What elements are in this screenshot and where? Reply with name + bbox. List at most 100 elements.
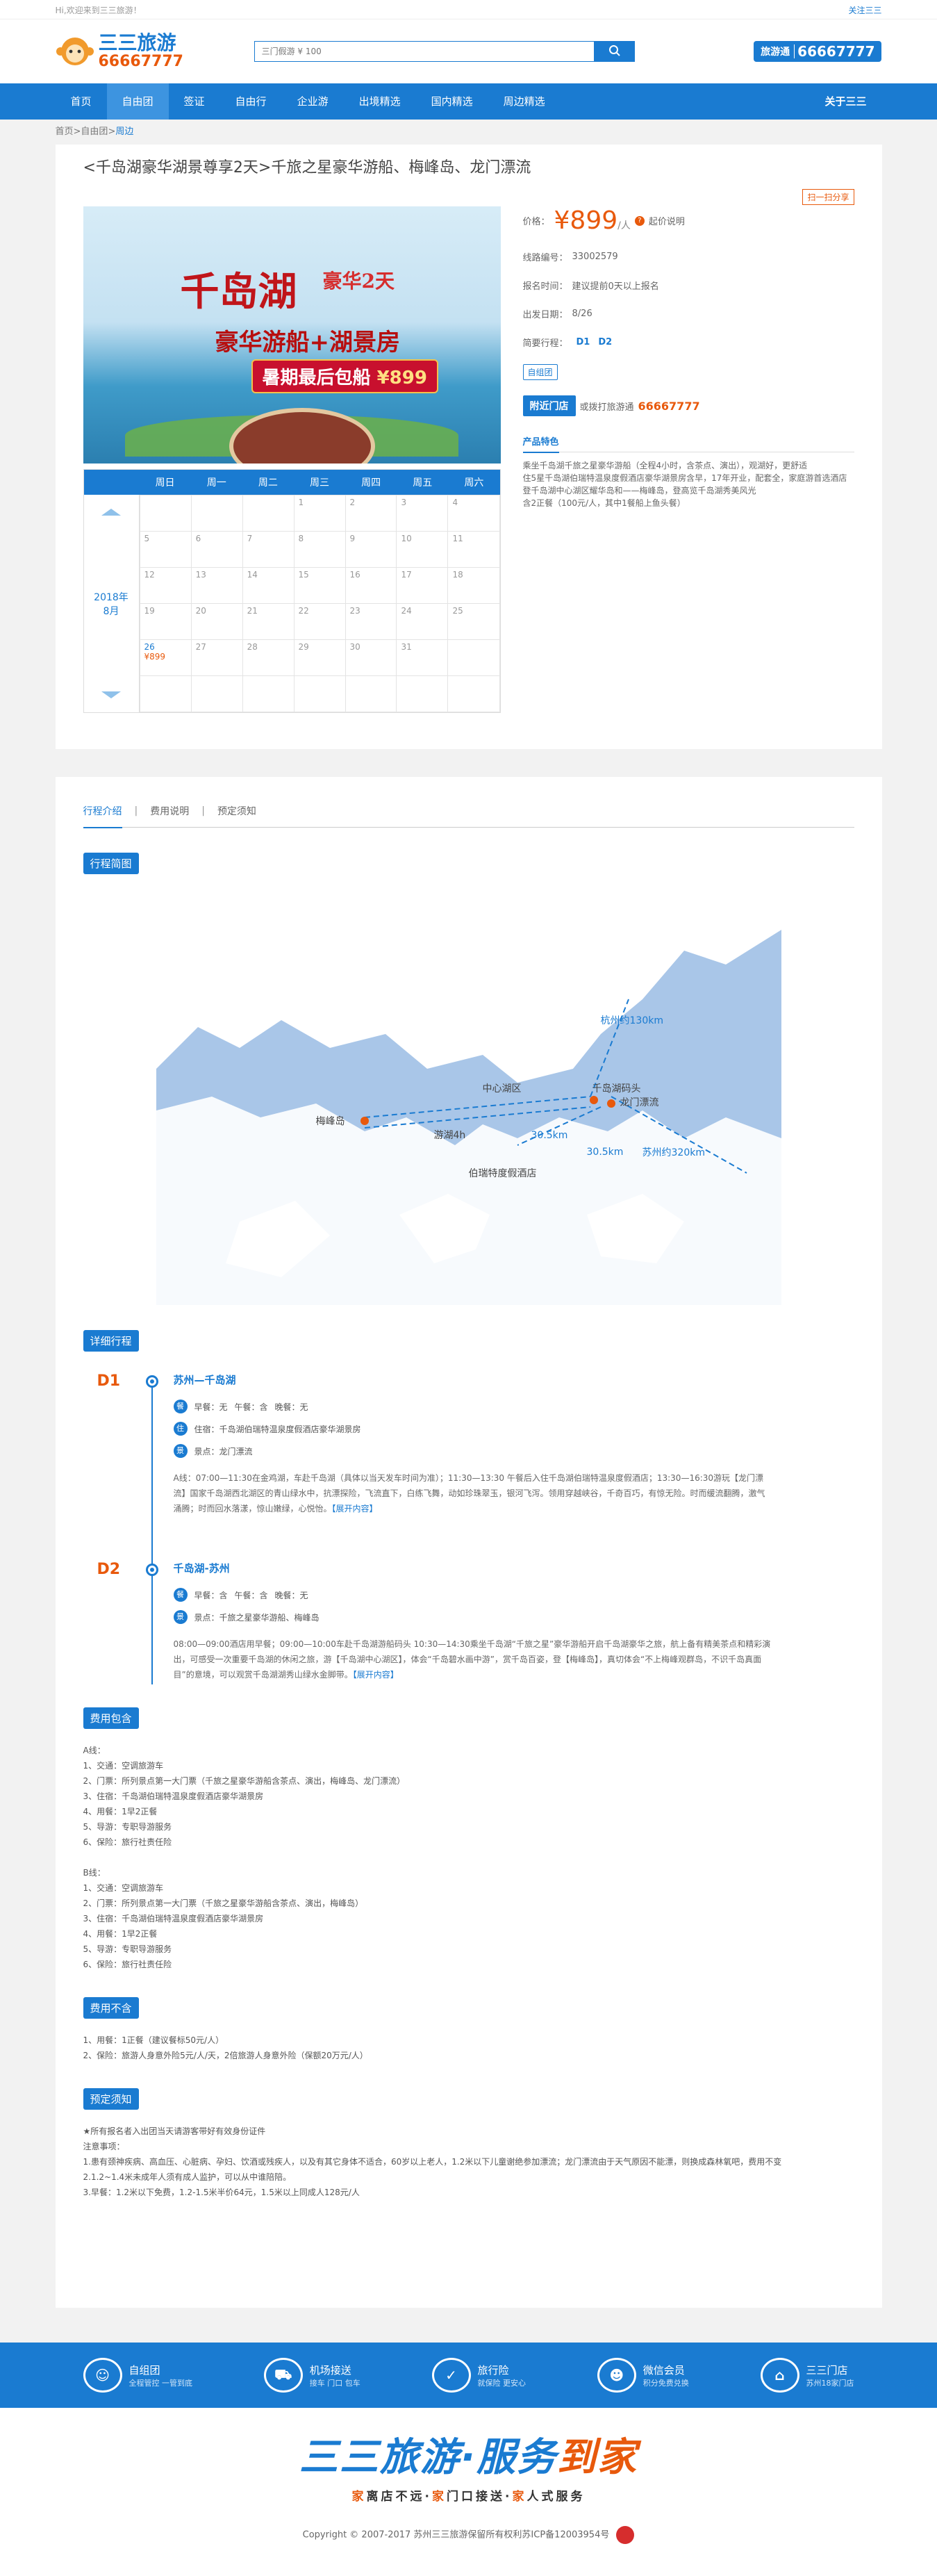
calendar-day[interactable]: 8 [293, 531, 346, 568]
calendar-day[interactable]: 21 [242, 603, 295, 640]
text-line: 3、住宿：千岛湖伯瑞特温泉度假酒店豪华湖景房 [83, 1791, 264, 1801]
nav-item-domestic[interactable]: 国内精选 [416, 83, 488, 120]
hotel-icon: 住 [173, 1422, 188, 1436]
text-line: 4、用餐：1早2正餐 [83, 1807, 158, 1816]
calendar-day[interactable]: 4 [447, 495, 500, 532]
search-input[interactable] [254, 41, 595, 62]
calendar-day [293, 675, 346, 712]
brand-sub: 家离店不远·家门口接送·家人式服务 [351, 2490, 586, 2504]
tab-notice[interactable]: 预定须知 [217, 804, 256, 818]
footer-item-sub: 接车 门口 包车 [309, 2378, 360, 2388]
product-card: <千岛湖豪华湖景尊享2天>千旅之星豪华游船、梅峰岛、龙门漂流 扫一扫分享 千岛湖… [55, 145, 882, 749]
hotline-number: 66667777 [797, 43, 875, 60]
nav-item-group[interactable]: 自由团 [106, 83, 169, 120]
footer-item[interactable]: ⌂ 三三门店 苏州18家门店 [760, 2358, 854, 2393]
nav-item-enterprise[interactable]: 企业游 [282, 83, 344, 120]
calendar-day[interactable]: 28 [242, 639, 295, 676]
text-line: 3.早餐：1.2米以下免费，1.2-1.5米半价64元，1.5米以上同成人128… [83, 2188, 360, 2197]
text-line: 1.患有颈神疾病、高血压、心脏病、孕妇、饮酒或残疾人，以及有其它身体不适合，60… [83, 2157, 782, 2167]
footer-item[interactable]: ✓ 旅行险 就保险 更安心 [431, 2358, 526, 2393]
calendar-day[interactable]: 19 [139, 603, 192, 640]
calendar-day[interactable]: 5 [139, 531, 192, 568]
footer-item[interactable]: ☺ 自组团 全程管控 一管到底 [83, 2358, 193, 2393]
calendar-day[interactable]: 14 [242, 567, 295, 604]
prev-month-icon[interactable] [101, 509, 121, 516]
expand-link-d1[interactable]: 【展开内容】 [332, 1504, 378, 1513]
text-line: 6、保险：旅行社责任险 [83, 1837, 172, 1847]
follow-link[interactable]: 关注三三 [848, 4, 881, 16]
calendar-day[interactable]: 17 [396, 567, 449, 604]
search-button[interactable] [594, 41, 635, 62]
calendar-day[interactable]: 29 [293, 639, 346, 676]
nearby-store-button[interactable]: 附近门店 [522, 395, 576, 416]
logo[interactable]: 三三旅游 66667777 [56, 33, 183, 70]
calendar-day[interactable]: 13 [190, 567, 243, 604]
calendar-day [242, 675, 295, 712]
nav-item-visa[interactable]: 签证 [169, 83, 220, 120]
calendar-day[interactable]: 24 [396, 603, 449, 640]
price-note-link[interactable]: 起价说明 [649, 214, 685, 227]
logo-phone: 66667777 [98, 53, 183, 70]
footer-item-sub: 全程管控 一管到底 [128, 2378, 193, 2388]
hotline-badge: 旅游通 66667777 [754, 41, 882, 62]
nav-item-nearby[interactable]: 周边精选 [488, 83, 561, 120]
product-price: ¥899/人 [554, 206, 631, 235]
calendar-day[interactable]: 3 [396, 495, 449, 532]
calendar-day[interactable]: 9 [345, 531, 397, 568]
calendar-day[interactable]: 7 [242, 531, 295, 568]
tab-itinerary[interactable]: 行程介绍 [83, 804, 122, 828]
text-line: A线： [83, 1746, 106, 1755]
text-line: 2、保险：旅游人身意外险5元/人/天，2倍旅游人身意外险（保额20万元/人） [83, 2051, 368, 2060]
footer-item[interactable]: ⛟ 机场接送 接车 门口 包车 [263, 2358, 360, 2393]
calendar-day[interactable]: 25 [447, 603, 500, 640]
nav-item-free[interactable]: 自由行 [220, 83, 282, 120]
calendar-day[interactable]: 10 [396, 531, 449, 568]
tab-fees[interactable]: 费用说明 [150, 804, 189, 818]
footer-item-title: 旅行险 [477, 2363, 509, 2377]
expand-link-d2[interactable]: 【展开内容】 [353, 1670, 399, 1680]
qr-share-button[interactable]: 扫一扫分享 [802, 189, 854, 205]
calendar-day[interactable]: 11 [447, 531, 500, 568]
fee-exclude-title: 费用不含 [83, 1997, 139, 2019]
calendar-day[interactable]: 26 ¥899 [139, 639, 192, 676]
crumb-home[interactable]: 首页 [56, 126, 74, 137]
calendar-day[interactable]: 20 [190, 603, 243, 640]
logo-name: 三三旅游 [98, 31, 176, 54]
route-code: 33002579 [572, 252, 618, 262]
calendar-day[interactable]: 22 [293, 603, 346, 640]
footer-item[interactable]: ☻ 微信会员 积分免费兑换 [597, 2358, 689, 2393]
crumb-group[interactable]: 自由团 [81, 126, 108, 137]
calendar-day[interactable]: 16 [345, 567, 397, 604]
calendar-day[interactable]: 27 [190, 639, 243, 676]
text-line: 2、门票：所列景点第一大门票（千旅之星豪华游船含茶点、演出，梅峰岛、龙门漂流） [83, 1776, 406, 1786]
nav-item-home[interactable]: 首页 [56, 83, 107, 120]
help-icon[interactable]: ? [634, 215, 645, 226]
text-line: 6、保险：旅行社责任险 [83, 1960, 172, 1969]
calendar-day[interactable]: 23 [345, 603, 397, 640]
calendar-day [396, 675, 449, 712]
car-icon: ⛟ [263, 2358, 303, 2393]
nav-item-about[interactable]: 关于三三 [809, 83, 881, 120]
calendar-day[interactable]: 12 [139, 567, 192, 604]
calendar-day[interactable]: 18 [447, 567, 500, 604]
spot-icon: 景 [173, 1610, 188, 1624]
spot-icon: 景 [173, 1444, 188, 1458]
nav-item-outbound[interactable]: 出境精选 [344, 83, 416, 120]
calendar-day[interactable]: 1 [293, 495, 346, 532]
crumb-current[interactable]: 周边 [115, 126, 133, 137]
calendar-day[interactable]: 15 [293, 567, 346, 604]
calendar-day[interactable]: 6 [190, 531, 243, 568]
calendar-day[interactable]: 2 [345, 495, 397, 532]
detail-tabs: 行程介绍 | 费用说明 | 预定须知 [83, 794, 854, 828]
text-line: B线： [83, 1868, 106, 1878]
calendar-day[interactable]: 30 [345, 639, 397, 676]
text-line: 4、用餐：1早2正餐 [83, 1929, 158, 1939]
welcome-text: Hi,欢迎来到三三旅游！ [55, 5, 142, 15]
text-line: 2、门票：所列景点第一大门票（千旅之星豪华游船含茶点、演出，梅峰岛） [83, 1898, 364, 1908]
meal-icon: 餐 [173, 1588, 188, 1602]
day-link-d2[interactable]: D2 [598, 337, 612, 347]
day-link-d1[interactable]: D1 [577, 337, 590, 347]
features-list: 乘坐千岛湖千旅之星豪华游船（全程4小时，含茶点、演出），观湖好，更舒适 住5星千岛… [522, 461, 847, 508]
calendar-day[interactable]: 31 [396, 639, 449, 676]
next-month-icon[interactable] [101, 691, 121, 698]
